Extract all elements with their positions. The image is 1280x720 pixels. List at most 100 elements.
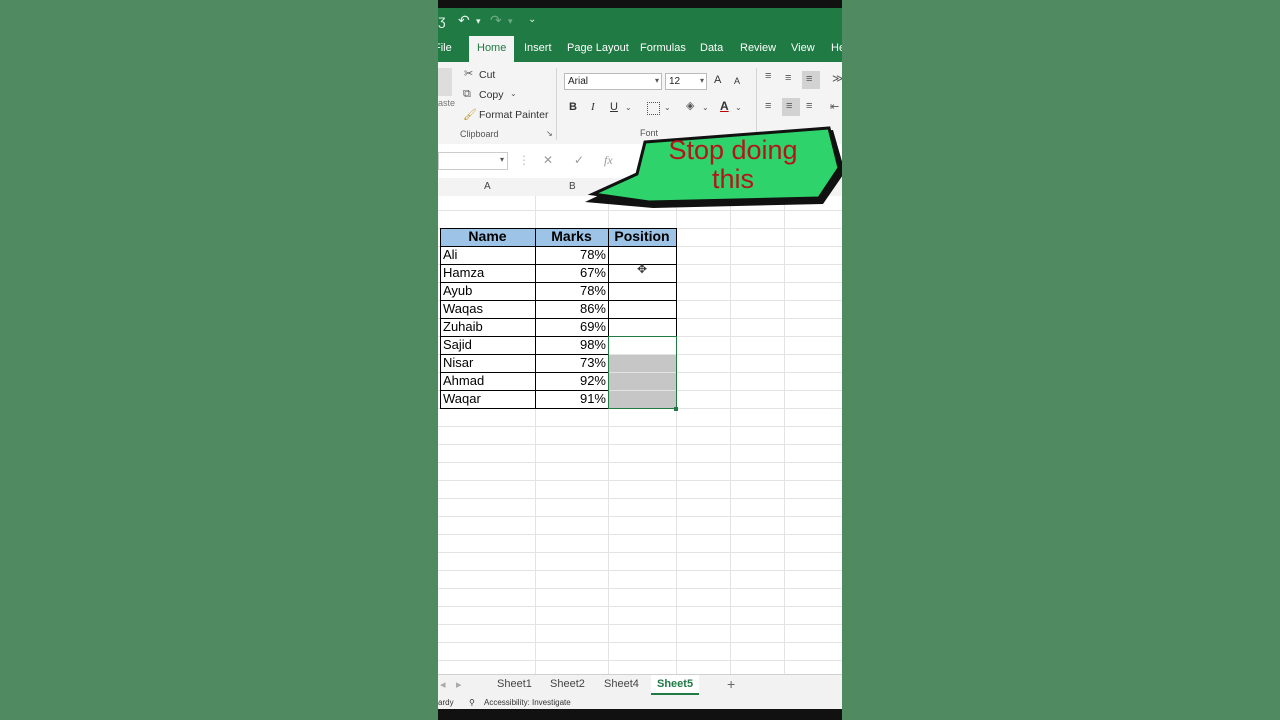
table-header-cell[interactable]: Name — [440, 228, 535, 246]
marks-cell[interactable]: 91% — [535, 390, 608, 408]
top-align-icon[interactable]: ≡ — [765, 70, 771, 82]
cut-icon[interactable]: ✂ — [464, 67, 473, 80]
fill-color-dropdown-icon[interactable]: ⌄ — [702, 103, 709, 112]
align-center-icon[interactable]: ≡ — [782, 98, 800, 116]
table-border — [535, 228, 536, 409]
undo-dropdown-icon[interactable]: ▾ — [476, 16, 481, 27]
clipboard-group-label: Clipboard — [460, 129, 499, 139]
tab-help[interactable]: He — [831, 42, 842, 54]
sheet-tab-sheet2[interactable]: Sheet2 — [550, 678, 585, 690]
copy-dropdown-icon[interactable]: ⌄ — [510, 89, 517, 98]
save-icon[interactable]: ʒ — [438, 12, 446, 28]
table-header-cell[interactable]: Position — [608, 228, 676, 246]
sheet-tab-sheet1[interactable]: Sheet1 — [497, 678, 532, 690]
underline-button[interactable]: U — [610, 101, 618, 113]
sheet-tab-sheet4[interactable]: Sheet4 — [604, 678, 639, 690]
marks-cell[interactable]: 67% — [535, 264, 608, 282]
format-painter-button[interactable]: Format Painter — [479, 109, 548, 121]
format-painter-icon[interactable]: 🖌 — [463, 108, 477, 121]
scroll-left-icon[interactable]: ◂ — [440, 678, 446, 691]
scroll-right-icon[interactable]: ▸ — [456, 678, 462, 691]
tab-view[interactable]: View — [791, 42, 815, 54]
sheet-tab-sheet5[interactable]: Sheet5 — [651, 675, 700, 695]
table-border — [440, 264, 608, 265]
gridline-horizontal — [438, 606, 842, 607]
clipboard-launcher-icon[interactable]: ↘ — [546, 129, 553, 138]
paste-label[interactable]: aste — [438, 98, 455, 108]
name-cell[interactable]: Zuhaib — [440, 318, 535, 336]
table-header-cell[interactable]: Marks — [535, 228, 608, 246]
marks-cell[interactable]: 69% — [535, 318, 608, 336]
redo-dropdown-icon[interactable]: ▾ — [508, 16, 513, 27]
font-color-dropdown-icon[interactable]: ⌄ — [735, 103, 742, 112]
font-size-select[interactable]: 12 ▾ — [665, 73, 707, 90]
fill-handle[interactable] — [674, 407, 678, 411]
redo-icon[interactable]: ↷ — [490, 12, 502, 29]
gridline-horizontal — [438, 480, 842, 481]
tab-review[interactable]: Review — [740, 42, 776, 54]
font-color-icon[interactable]: A — [720, 99, 729, 113]
position-cell[interactable] — [609, 301, 676, 318]
align-right-icon[interactable]: ≡ — [806, 100, 812, 112]
accessibility-icon: ⚲ — [469, 698, 475, 707]
italic-button[interactable]: I — [591, 101, 595, 113]
table-border — [608, 228, 676, 229]
name-cell[interactable]: Hamza — [440, 264, 535, 282]
gridline-horizontal — [438, 660, 842, 661]
tab-file[interactable]: File — [438, 42, 452, 54]
column-header-a[interactable]: A — [484, 181, 491, 192]
column-header-b[interactable]: B — [569, 181, 576, 192]
shrink-font-icon[interactable]: A — [734, 76, 740, 86]
table-border — [440, 390, 608, 391]
underline-dropdown-icon[interactable]: ⌄ — [625, 103, 632, 112]
cut-button[interactable]: Cut — [479, 69, 495, 81]
marks-cell[interactable]: 73% — [535, 354, 608, 372]
orientation-icon[interactable]: ≫ — [832, 72, 842, 85]
middle-align-icon[interactable]: ≡ — [785, 72, 791, 84]
decrease-indent-icon[interactable]: ⇤ — [830, 100, 839, 113]
position-cell[interactable] — [609, 319, 676, 336]
name-cell[interactable]: Ayub — [440, 282, 535, 300]
formula-bar-handle-icon[interactable]: ⋮ — [518, 153, 530, 167]
name-cell[interactable]: Ali — [440, 246, 535, 264]
bold-button[interactable]: B — [569, 101, 577, 113]
marks-cell[interactable]: 78% — [535, 246, 608, 264]
add-sheet-icon[interactable]: + — [727, 676, 735, 692]
worksheet-grid[interactable]: Name Marks Position Ali 78% Hamza 67% Ayub 78% Wa… — [438, 196, 842, 674]
tab-insert[interactable]: Insert — [524, 42, 552, 54]
align-left-icon[interactable]: ≡ — [765, 100, 771, 112]
marks-cell[interactable]: 86% — [535, 300, 608, 318]
undo-icon[interactable]: ↶ — [458, 12, 470, 29]
name-cell[interactable]: Waqas — [440, 300, 535, 318]
tab-page-layout[interactable]: Page Layout — [567, 42, 629, 54]
position-cell[interactable] — [609, 283, 676, 300]
tab-home[interactable]: Home — [469, 36, 515, 62]
marks-cell[interactable]: 98% — [535, 336, 608, 354]
cancel-icon[interactable]: ✕ — [543, 153, 553, 167]
table-border — [676, 228, 677, 336]
table-border — [608, 318, 676, 319]
accessibility-status[interactable]: Accessibility: Investigate — [484, 698, 571, 707]
name-box[interactable]: ▾ — [438, 152, 508, 170]
font-name-select[interactable]: Arial ▾ — [564, 73, 662, 90]
name-cell[interactable]: Sajid — [440, 336, 535, 354]
marks-cell[interactable]: 78% — [535, 282, 608, 300]
borders-dropdown-icon[interactable]: ⌄ — [664, 103, 671, 112]
paste-icon[interactable] — [438, 68, 452, 96]
background-right — [842, 0, 1280, 720]
fill-color-icon[interactable]: ◈ — [686, 99, 694, 112]
grow-font-icon[interactable]: A — [714, 74, 721, 86]
tab-formulas[interactable]: Formulas — [640, 42, 686, 54]
tab-data[interactable]: Data — [700, 42, 723, 54]
name-cell[interactable]: Nisar — [440, 354, 535, 372]
marks-cell[interactable]: 92% — [535, 372, 608, 390]
selection-range[interactable] — [608, 336, 677, 409]
copy-icon[interactable]: ⧉ — [463, 88, 471, 101]
name-cell[interactable]: Ahmad — [440, 372, 535, 390]
borders-icon[interactable] — [647, 102, 660, 115]
bottom-align-icon[interactable]: ≡ — [802, 71, 820, 89]
customize-qat-icon[interactable]: ⌄ — [528, 14, 536, 25]
quick-access-toolbar: ʒ ↶ ▾ ↷ ▾ ⌄ — [438, 8, 842, 36]
name-cell[interactable]: Waqar — [440, 390, 535, 408]
copy-button[interactable]: Copy — [479, 89, 504, 101]
